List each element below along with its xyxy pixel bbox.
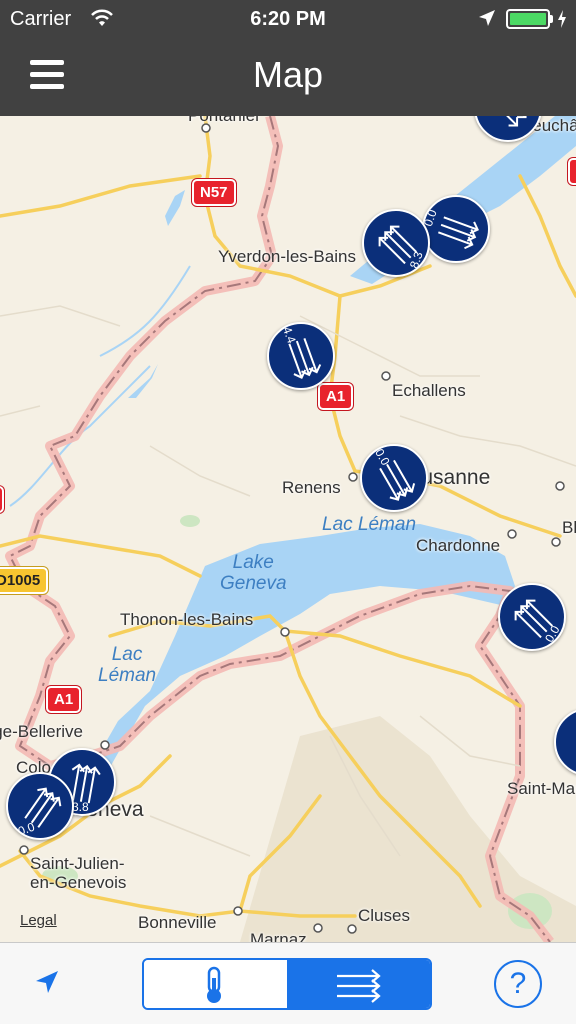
thermometer-icon — [207, 966, 221, 1003]
wind-arrows-icon — [288, 338, 322, 379]
water-label-lac-leman-south: Lac Léman — [98, 644, 157, 686]
place-label-bonneville: Bonneville — [138, 913, 217, 932]
place-label-bl: Bl — [562, 518, 576, 537]
help-button[interactable]: ? — [494, 960, 542, 1008]
status-bar: Carrier 6:20 PM — [0, 0, 576, 38]
wind-arrows-icon — [493, 116, 527, 127]
road-shield-a1-south: A1 — [46, 686, 82, 713]
segment-temperature[interactable] — [144, 960, 287, 1008]
road-shield-n57: N57 — [192, 179, 236, 206]
place-label-pontarlier: Pontarlier — [188, 116, 261, 126]
water-label-lac-leman: Lac Léman — [322, 514, 417, 535]
wind-marker[interactable] — [554, 708, 576, 776]
bottom-toolbar: ? — [0, 942, 576, 1024]
place-label-chardonne: Chardonne — [416, 536, 501, 555]
battery-icon — [506, 9, 550, 29]
wind-arrows-icon — [438, 216, 479, 250]
location-arrow-icon[interactable] — [34, 969, 60, 995]
mode-segmented-control — [142, 958, 432, 1010]
wind-marker[interactable]: 0.0 — [360, 444, 428, 512]
charging-bolt-icon — [558, 10, 566, 28]
navigation-bar: Map — [0, 38, 576, 116]
road-shield-edge-right — [568, 158, 576, 185]
wind-speed-label: 3.8 — [72, 800, 89, 814]
water-label-lake-geneva: Lake Geneva — [220, 552, 287, 594]
place-label-cluses: Cluses — [358, 906, 410, 925]
wind-marker[interactable]: 4.4 — [267, 322, 335, 390]
map-view[interactable]: Pontarlier Yverdon-les-Bains Echallens R… — [0, 116, 576, 942]
wind-arrows-icon — [556, 710, 576, 776]
battery-level — [510, 13, 546, 25]
map-legal-link[interactable]: Legal — [20, 912, 57, 929]
road-shield-d1005: D1005 — [0, 567, 49, 594]
wind-icon — [337, 969, 381, 1003]
place-label-collonge-bellerive: Collonge-Bellerive — [0, 722, 83, 741]
wind-marker[interactable]: 8.3 — [362, 209, 430, 277]
wind-marker[interactable] — [474, 116, 542, 142]
place-label-echallens: Echallens — [392, 381, 466, 400]
place-label-marnaz: Marnaz — [250, 930, 307, 942]
place-label-renens: Renens — [282, 478, 341, 497]
page-title: Map — [252, 54, 324, 95]
place-label-saint-maurice: Saint-Maurice — [507, 779, 576, 798]
wind-marker[interactable]: 0.0 — [6, 772, 74, 840]
wind-marker[interactable]: 0.0 — [422, 195, 490, 263]
location-services-icon — [479, 10, 495, 26]
wind-arrows-icon — [379, 459, 416, 501]
battery-tip — [550, 15, 553, 23]
place-label-yverdon: Yverdon-les-Bains — [218, 247, 356, 266]
place-label-thonon: Thonon-les-Bains — [120, 610, 254, 629]
segment-wind[interactable] — [287, 960, 430, 1008]
place-label-saint-julien: Saint-Julien- en-Genevois — [30, 854, 127, 892]
wind-marker[interactable]: 0.0 — [498, 583, 566, 651]
road-shield-edge — [0, 486, 5, 513]
